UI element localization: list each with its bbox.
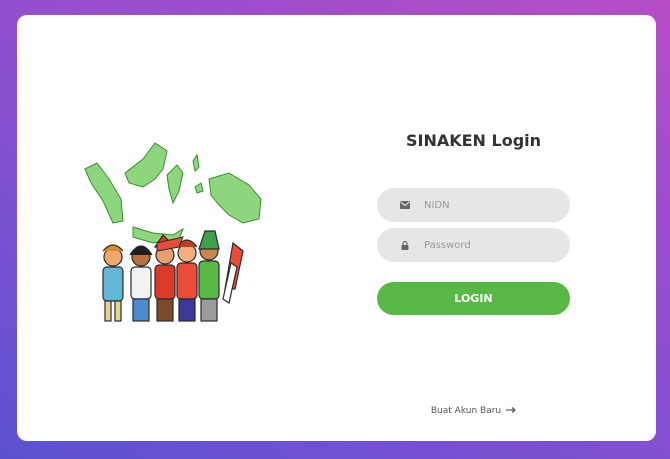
nidn-input[interactable]	[422, 198, 556, 212]
create-account-label: Buat Akun Baru	[430, 406, 502, 416]
login-card: SINAKEN Login LOGIN Buat Akun Baru	[17, 15, 656, 441]
page-title: SINAKEN Login	[405, 131, 542, 150]
password-field[interactable]	[377, 228, 570, 262]
nidn-field[interactable]	[377, 188, 570, 222]
lock-icon	[400, 240, 410, 250]
login-button[interactable]: LOGIN	[377, 282, 570, 315]
indonesia-map-people-illustration	[84, 142, 262, 322]
envelope-icon	[400, 200, 410, 210]
password-input[interactable]	[422, 238, 556, 252]
arrow-right-icon	[506, 406, 517, 416]
create-account-link[interactable]: Buat Akun Baru	[357, 406, 590, 416]
